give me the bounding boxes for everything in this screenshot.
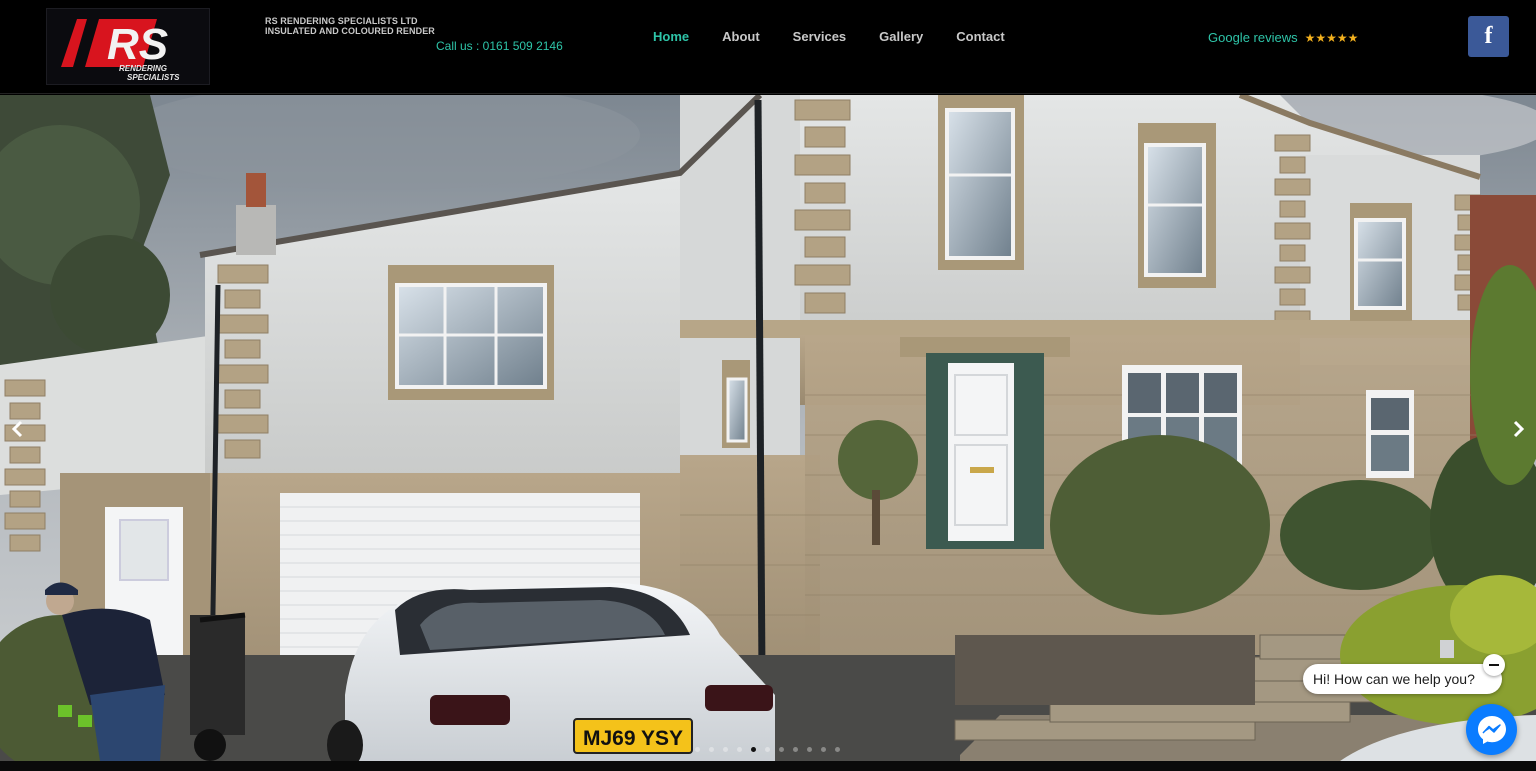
slider-dot[interactable] <box>737 747 742 752</box>
nav-home[interactable]: Home <box>653 29 689 44</box>
nav-gallery[interactable]: Gallery <box>879 29 923 44</box>
logo-subtitle-1: RENDERING <box>119 64 167 73</box>
nav-about[interactable]: About <box>722 29 760 44</box>
rs-logo[interactable]: RS RENDERING SPECIALISTS <box>46 8 210 85</box>
company-name: RS RENDERING SPECIALISTS LTD <box>265 16 418 26</box>
slider-prev-button[interactable] <box>8 418 28 440</box>
google-reviews-link[interactable]: Google reviews ★★★★★ <box>1208 30 1358 45</box>
slider-dot[interactable] <box>723 747 728 752</box>
slider-dot[interactable] <box>793 747 798 752</box>
slider-dot[interactable] <box>821 747 826 752</box>
google-reviews-label: Google reviews <box>1208 30 1298 45</box>
company-tagline: INSULATED AND COLOURED RENDER <box>265 26 435 36</box>
chevron-right-icon <box>1513 420 1525 438</box>
facebook-icon: f <box>1484 23 1493 49</box>
logo-rs-text: RS <box>107 20 168 69</box>
facebook-button[interactable]: f <box>1468 16 1509 57</box>
nav-services[interactable]: Services <box>793 29 847 44</box>
star-rating-icon: ★★★★★ <box>1304 30 1359 45</box>
slider-dots <box>695 747 840 752</box>
messenger-button[interactable] <box>1466 704 1517 755</box>
company-info: RS RENDERING SPECIALISTS LTD INSULATED A… <box>265 16 435 36</box>
slider-dot[interactable] <box>695 747 700 752</box>
nav-contact[interactable]: Contact <box>956 29 1004 44</box>
slider-dot[interactable] <box>779 747 784 752</box>
chat-greeting-text: Hi! How can we help you? <box>1313 671 1475 687</box>
slider-next-button[interactable] <box>1508 418 1528 440</box>
minus-icon <box>1489 664 1499 666</box>
slider-dot[interactable] <box>835 747 840 752</box>
chat-greeting-bubble[interactable]: Hi! How can we help you? <box>1303 664 1502 694</box>
slider-dot[interactable] <box>765 747 770 752</box>
site-header: RS RENDERING SPECIALISTS RS RENDERING SP… <box>0 0 1536 94</box>
messenger-icon <box>1477 715 1506 744</box>
chat-close-button[interactable] <box>1483 654 1505 676</box>
rs-logo-graphic: RS RENDERING SPECIALISTS <box>61 19 180 82</box>
footer-strip <box>0 761 1536 771</box>
slider-dot[interactable] <box>709 747 714 752</box>
hero-slider: MJ69 YSY <box>0 95 1536 761</box>
slider-dot[interactable] <box>807 747 812 752</box>
chevron-left-icon <box>11 420 23 438</box>
main-nav: Home About Services Gallery Contact <box>653 29 1005 44</box>
phone-link[interactable]: Call us : 0161 509 2146 <box>436 39 563 53</box>
slider-dot-active[interactable] <box>751 747 756 752</box>
logo-subtitle-2: SPECIALISTS <box>127 73 180 82</box>
number-plate-text: MJ69 YSY <box>583 727 683 750</box>
house-photo: MJ69 YSY <box>0 95 1536 761</box>
